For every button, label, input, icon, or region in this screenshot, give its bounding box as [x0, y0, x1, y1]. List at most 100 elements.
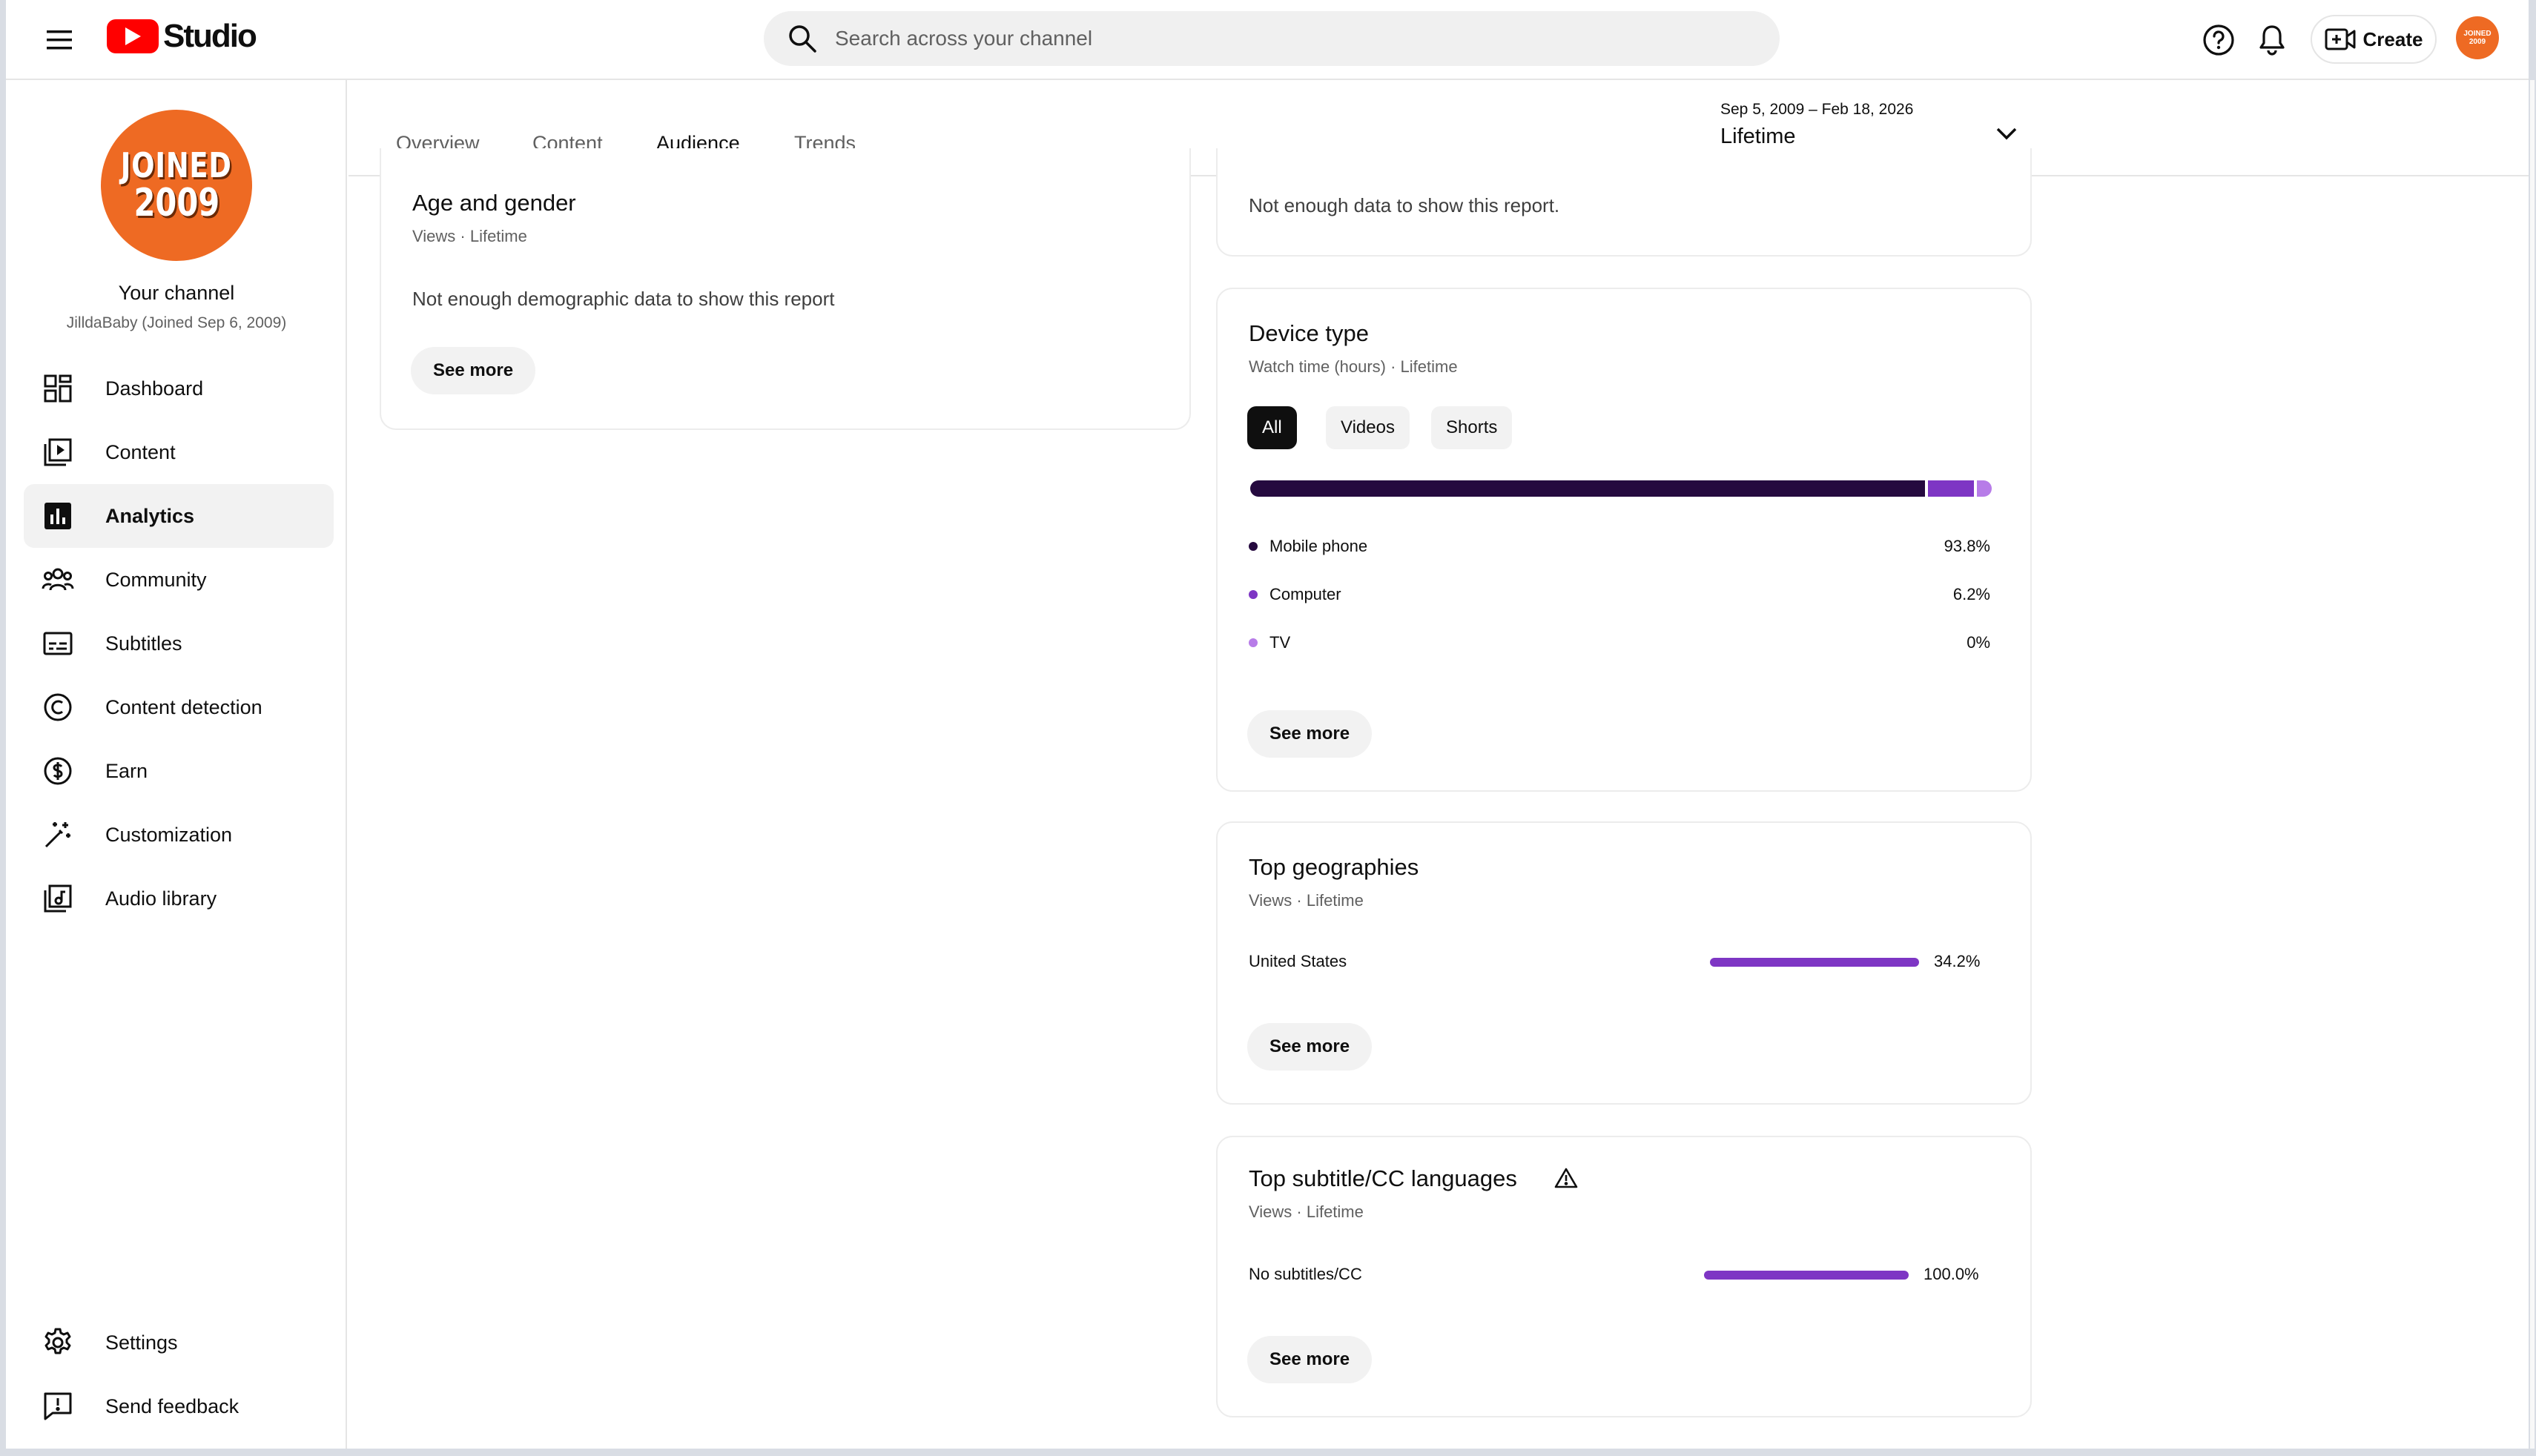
sidebar-item-customization[interactable]: Customization	[24, 803, 334, 867]
geography-label: United States	[1249, 952, 1347, 970]
magic-wand-icon	[40, 817, 76, 853]
see-more-button[interactable]: See more	[1247, 710, 1373, 758]
sidebar-item-label: Send feedback	[105, 1394, 240, 1417]
create-button[interactable]: Create	[2311, 15, 2437, 64]
sidebar-item-label: Dashboard	[105, 377, 204, 400]
create-video-icon	[2325, 28, 2356, 50]
studio-logo[interactable]: Studio	[107, 18, 257, 55]
sidebar-item-label: Audio library	[105, 887, 217, 910]
search-bar[interactable]	[764, 11, 1780, 66]
sidebar-item-earn[interactable]: Earn	[24, 739, 334, 803]
top-geographies-card: Top geographies Views · Lifetime United …	[1216, 821, 2032, 1105]
partial-report-card: Not enough data to show this report.	[1216, 148, 2032, 257]
sidebar-item-label: Customization	[105, 823, 233, 846]
subtitles-icon	[40, 626, 76, 661]
sidebar-item-label: Earn	[105, 759, 148, 782]
channel-avatar[interactable]: JOINED 2009	[101, 110, 252, 261]
subtitle-language-bar-fill	[1704, 1271, 1909, 1280]
sidebar-item-label: Content	[105, 440, 176, 463]
device-bar-segment	[1928, 480, 1974, 497]
subtitle-language-bar	[1704, 1271, 1909, 1280]
content-icon	[40, 434, 76, 470]
dollar-icon	[40, 753, 76, 789]
notifications-button[interactable]	[2248, 16, 2296, 64]
sidebar-item-audio-library[interactable]: Audio library	[24, 867, 334, 930]
sidebar-item-label: Community	[105, 568, 207, 591]
studio-window: Studio Search across your channel Create…	[6, 0, 2535, 1449]
see-more-button[interactable]: See more	[411, 347, 536, 394]
account-avatar[interactable]: JOINED 2009	[2456, 16, 2499, 59]
gear-icon	[40, 1325, 76, 1360]
help-icon	[2203, 24, 2234, 56]
avatar-line1: JOINED	[121, 145, 232, 185]
bell-icon	[2259, 25, 2285, 56]
menu-icon	[47, 30, 72, 50]
logo-text: Studio	[163, 18, 257, 54]
scrollbar[interactable]	[2530, 80, 2535, 1449]
warning-icon[interactable]	[1554, 1167, 1579, 1192]
sidebar-item-subtitles[interactable]: Subtitles	[24, 612, 334, 675]
sidebar-item-content-detection[interactable]: Content detection	[24, 675, 334, 739]
device-stacked-bar	[1250, 480, 1992, 497]
analytics-icon	[40, 498, 76, 534]
legend-row: Computer 6.2%	[1249, 582, 1990, 607]
card-title: Device type	[1249, 320, 1369, 346]
legend-dot	[1249, 542, 1258, 551]
legend-label: Computer	[1269, 585, 1341, 603]
copyright-icon	[40, 689, 76, 725]
chip-videos[interactable]: Videos	[1326, 406, 1410, 449]
see-more-button[interactable]: See more	[1247, 1336, 1373, 1383]
search-input[interactable]	[835, 27, 1651, 50]
geography-value: 34.2%	[1934, 952, 1981, 970]
card-title: Top geographies	[1249, 854, 1419, 880]
card-subtitle: Views · Lifetime	[1249, 891, 1364, 910]
legend-value: 93.8%	[1944, 537, 1990, 555]
chip-all[interactable]: All	[1247, 406, 1297, 449]
dashboard-icon	[40, 371, 76, 406]
community-icon	[40, 562, 76, 598]
geography-bar	[1710, 958, 1919, 967]
feedback-icon	[40, 1389, 76, 1424]
sidebar-item-dashboard[interactable]: Dashboard	[24, 357, 334, 420]
card-subtitle: Watch time (hours) · Lifetime	[1249, 357, 1458, 376]
card-subtitle: Views · Lifetime	[412, 227, 527, 245]
channel-name: Your channel	[118, 282, 235, 304]
channel-subtitle: JilldaBaby (Joined Sep 6, 2009)	[66, 314, 287, 331]
search-icon	[785, 21, 820, 56]
empty-message: Not enough demographic data to show this…	[412, 288, 835, 310]
sidebar-item-send-feedback[interactable]: Send feedback	[24, 1374, 334, 1438]
geography-bar-fill	[1710, 958, 1919, 967]
device-type-card: Device type Watch time (hours) · Lifetim…	[1216, 288, 2032, 792]
legend-value: 0%	[1967, 633, 1990, 652]
chip-shorts[interactable]: Shorts	[1431, 406, 1513, 449]
device-bar-segment	[1976, 480, 1992, 497]
sidebar-item-label: Analytics	[105, 504, 195, 527]
legend-label: TV	[1269, 633, 1291, 652]
legend-row: TV 0%	[1249, 630, 1990, 655]
avatar-text: JOINED 2009	[2463, 30, 2492, 46]
sidebar-item-label: Subtitles	[105, 632, 182, 655]
sidebar: JOINED 2009 Your channel JilldaBaby (Joi…	[6, 80, 347, 1449]
card-title: Age and gender	[412, 190, 576, 216]
sidebar-item-content[interactable]: Content	[24, 420, 334, 484]
see-more-button[interactable]: See more	[1247, 1023, 1373, 1071]
legend-dot	[1249, 638, 1258, 647]
device-bar-segment	[1250, 480, 1926, 497]
chevron-down-icon	[1996, 128, 2017, 140]
sidebar-item-settings[interactable]: Settings	[24, 1311, 334, 1374]
sidebar-item-analytics[interactable]: Analytics	[24, 484, 334, 548]
date-range-label[interactable]: Lifetime	[1720, 125, 1796, 149]
card-subtitle: Views · Lifetime	[1249, 1202, 1364, 1221]
legend-label: Mobile phone	[1269, 537, 1368, 555]
sidebar-item-community[interactable]: Community	[24, 548, 334, 612]
legend-value: 6.2%	[1952, 585, 1990, 603]
legend-row: Mobile phone 93.8%	[1249, 534, 1990, 559]
create-label: Create	[2362, 27, 2423, 50]
empty-message: Not enough data to show this report.	[1249, 194, 1560, 216]
top-subtitle-languages-card: Top subtitle/CC languages Views · Lifeti…	[1216, 1136, 2032, 1417]
hamburger-menu-button[interactable]	[39, 19, 80, 61]
help-button[interactable]	[2195, 16, 2242, 64]
avatar-line2: 2009	[133, 181, 219, 225]
legend-dot	[1249, 590, 1258, 599]
date-range-text: Sep 5, 2009 – Feb 18, 2026	[1720, 101, 1914, 118]
